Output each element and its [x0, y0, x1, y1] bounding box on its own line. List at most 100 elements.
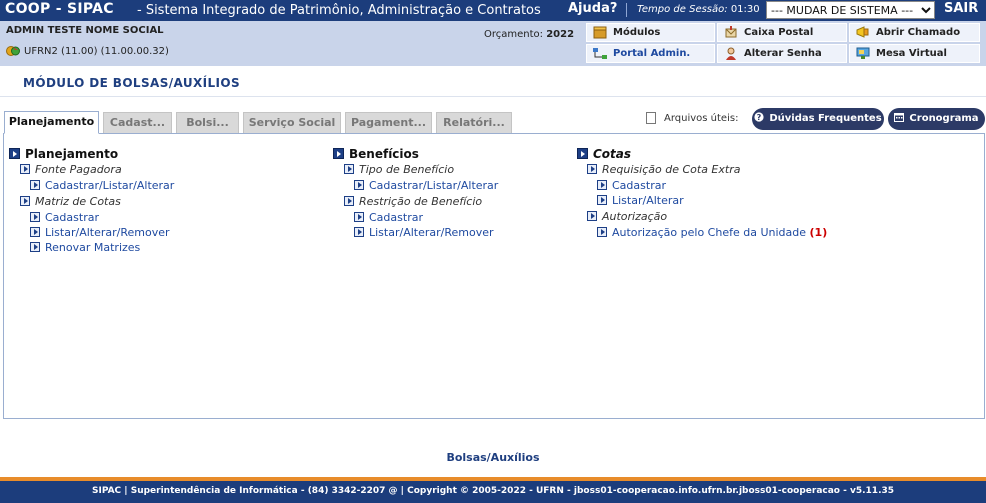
- menu-link-restricao-listar[interactable]: Listar/Alterar/Remover: [354, 226, 494, 240]
- portal-admin-label: Portal Admin.: [613, 48, 691, 59]
- menu-heading-label: Planejamento: [25, 147, 119, 161]
- expand-icon: [20, 196, 30, 206]
- menu-subheading-label: Autorização: [602, 210, 668, 223]
- footer-bar: SIPAC | Superintendência de Informática …: [0, 481, 986, 503]
- megaphone-icon: [856, 26, 869, 38]
- desk-icon: [856, 47, 870, 59]
- menu-link-label: Renovar Matrizes: [45, 241, 141, 254]
- menu-subheading-label: Tipo de Benefício: [359, 163, 455, 176]
- menu-link-label: Cadastrar/Listar/Alterar: [369, 179, 499, 192]
- menu-link-requisicao-listar[interactable]: Listar/Alterar: [597, 194, 684, 208]
- menu-subheading-autorizacao: Autorização: [587, 210, 667, 224]
- arrow-icon: [354, 212, 364, 222]
- budget-year: Orçamento: 2022: [484, 29, 574, 40]
- tab-servico-social[interactable]: Serviço Social: [243, 112, 341, 133]
- arrow-icon: [597, 227, 607, 237]
- open-ticket-label: Abrir Chamado: [876, 27, 961, 38]
- mailbox-icon: [725, 26, 737, 38]
- arrow-icon: [354, 227, 364, 237]
- menu-link-fonte-cadastrar[interactable]: Cadastrar/Listar/Alterar: [30, 179, 174, 193]
- pending-count-badge: (1): [809, 226, 828, 239]
- modules-label: Módulos: [613, 27, 661, 38]
- box-icon: [593, 26, 607, 39]
- svg-text:?: ?: [757, 113, 762, 122]
- arrow-icon: [597, 180, 607, 190]
- change-password-button[interactable]: Alterar Senha: [717, 44, 847, 63]
- expand-icon: [344, 196, 354, 206]
- schedule-button[interactable]: Cronograma: [888, 108, 985, 130]
- menu-heading-beneficios: Benefícios: [333, 147, 419, 161]
- menu-subheading-label: Fonte Pagadora: [35, 163, 122, 176]
- menu-heading-label: Benefícios: [349, 147, 419, 161]
- user-key-icon: [726, 47, 736, 60]
- expand-icon: [577, 148, 588, 159]
- menu-link-matriz-listar[interactable]: Listar/Alterar/Remover: [30, 226, 170, 240]
- divider: [626, 3, 627, 17]
- faq-button[interactable]: ? Dúvidas Frequentes: [752, 108, 884, 130]
- menu-link-autorizacao-chefe[interactable]: Autorização pelo Chefe da Unidade (1): [597, 226, 827, 240]
- change-unit-icon[interactable]: [6, 44, 20, 58]
- expand-icon: [587, 164, 597, 174]
- network-icon: [593, 48, 607, 59]
- system-name: COOP - SIPAC: [5, 1, 114, 17]
- expand-icon: [344, 164, 354, 174]
- faq-label: Dúvidas Frequentes: [769, 113, 882, 124]
- portal-admin-button[interactable]: Portal Admin.: [586, 44, 715, 63]
- menu-link-label: Listar/Alterar: [612, 194, 684, 207]
- mailbox-button[interactable]: Caixa Postal: [717, 23, 847, 42]
- document-icon: [646, 112, 656, 124]
- menu-heading-planejamento: Planejamento: [9, 147, 118, 161]
- tab-planejamento[interactable]: Planejamento: [4, 111, 99, 134]
- system-switch-select[interactable]: --- MUDAR DE SISTEMA ---: [766, 1, 935, 19]
- schedule-label: Cronograma: [909, 113, 979, 124]
- tab-panel: [3, 133, 985, 419]
- menu-link-label: Cadastrar: [45, 211, 99, 224]
- menu-subheading-label: Requisição de Cota Extra: [602, 163, 741, 176]
- tab-bolsistas[interactable]: Bolsi...: [176, 112, 239, 133]
- useful-files[interactable]: Arquivos úteis:: [646, 112, 738, 124]
- session-timer: Tempo de Sessão: 01:30: [637, 4, 760, 15]
- menu-link-label: Cadastrar/Listar/Alterar: [45, 179, 175, 192]
- menu-link-matriz-cadastrar[interactable]: Cadastrar: [30, 211, 99, 225]
- expand-icon: [587, 211, 597, 221]
- logout-button[interactable]: SAIR: [944, 1, 978, 16]
- tab-relatorios[interactable]: Relatóri...: [436, 112, 512, 133]
- menu-link-matriz-renovar[interactable]: Renovar Matrizes: [30, 241, 140, 255]
- menu-subheading-label: Matriz de Cotas: [35, 195, 121, 208]
- virtual-desk-button[interactable]: Mesa Virtual: [849, 44, 980, 63]
- tab-cadastros[interactable]: Cadast...: [103, 112, 172, 133]
- user-name: ADMIN TESTE NOME SOCIAL: [6, 25, 164, 36]
- divider: [0, 96, 986, 97]
- top-bar: COOP - SIPAC - Sistema Integrado de Patr…: [0, 0, 986, 21]
- user-unit: UFRN2 (11.00) (11.00.00.32): [6, 44, 169, 58]
- expand-icon: [20, 164, 30, 174]
- budget-label: Orçamento:: [484, 29, 544, 40]
- virtual-desk-label: Mesa Virtual: [876, 48, 947, 59]
- session-time: 01:30: [730, 4, 760, 15]
- arrow-icon: [597, 195, 607, 205]
- mailbox-label: Caixa Postal: [744, 27, 814, 38]
- footer-module-link[interactable]: Bolsas/Auxílios: [0, 451, 986, 464]
- budget-year-value: 2022: [546, 29, 575, 40]
- menu-subheading-requisicao: Requisição de Cota Extra: [587, 163, 740, 177]
- help-link[interactable]: Ajuda?: [568, 1, 617, 16]
- arrow-icon: [354, 180, 364, 190]
- change-password-label: Alterar Senha: [744, 48, 822, 59]
- menu-link-tipo-cadastrar[interactable]: Cadastrar/Listar/Alterar: [354, 179, 498, 193]
- tab-pagamentos[interactable]: Pagament...: [345, 112, 432, 133]
- menu-heading-cotas: Cotas: [577, 147, 631, 161]
- menu-link-label: Listar/Alterar/Remover: [45, 226, 170, 239]
- menu-link-label: Cadastrar: [612, 179, 666, 192]
- menu-subheading-matriz: Matriz de Cotas: [20, 195, 121, 209]
- modules-button[interactable]: Módulos: [586, 23, 715, 42]
- session-label: Tempo de Sessão:: [637, 4, 728, 15]
- menu-subheading-label: Restrição de Benefício: [359, 195, 483, 208]
- arrow-icon: [30, 242, 40, 252]
- unit-label: UFRN2 (11.00) (11.00.00.32): [24, 46, 169, 57]
- open-ticket-button[interactable]: Abrir Chamado: [849, 23, 980, 42]
- menu-heading-label: Cotas: [593, 147, 632, 161]
- menu-link-requisicao-cadastrar[interactable]: Cadastrar: [597, 179, 666, 193]
- expand-icon: [333, 148, 344, 159]
- menu-link-restricao-cadastrar[interactable]: Cadastrar: [354, 211, 423, 225]
- user-info-bar: ADMIN TESTE NOME SOCIAL UFRN2 (11.00) (1…: [0, 21, 986, 66]
